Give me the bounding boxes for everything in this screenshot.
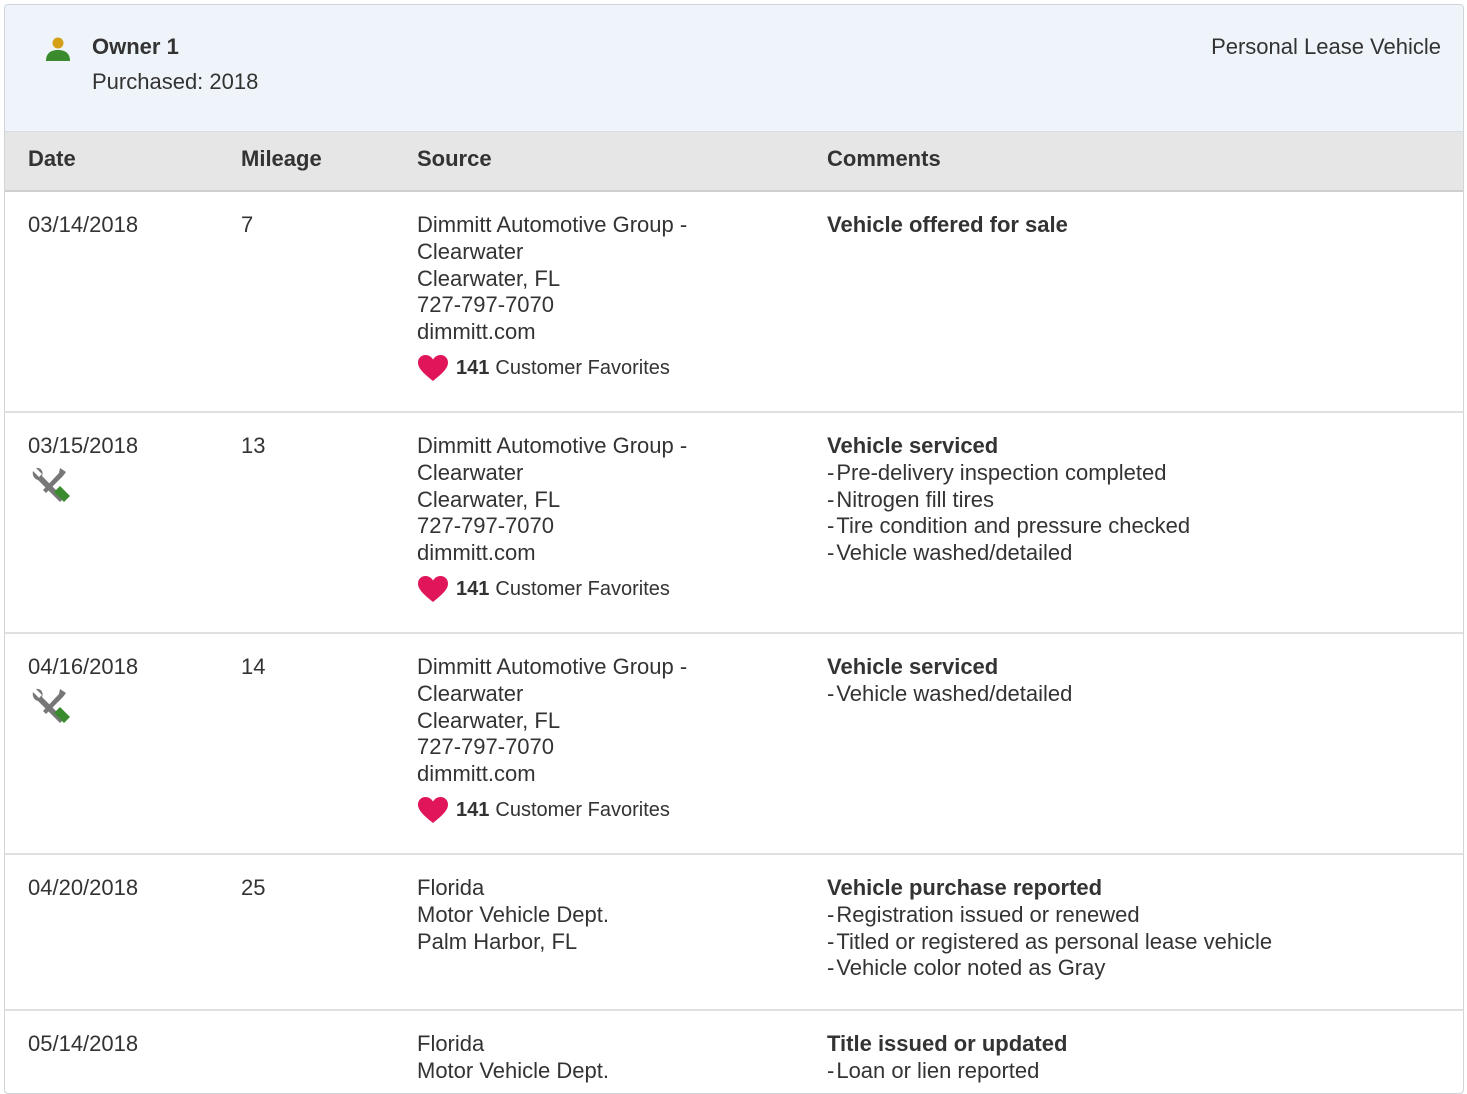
record-comments: Vehicle servicedPre-delivery inspection … — [827, 433, 1190, 567]
source-website-link[interactable]: dimmitt.com — [417, 540, 687, 567]
column-header-date: Date — [28, 146, 76, 171]
table-row: 04/16/2018 14 Dimmitt Automotive Group - Cl… — [5, 634, 1463, 855]
table-row: 04/20/2018 25 Florida Motor Vehicle Dept. Pa… — [5, 855, 1463, 1011]
record-source: Florida Motor Vehicle Dept. Palm Harbor, F… — [417, 875, 609, 955]
source-website-link[interactable]: dimmitt.com — [417, 319, 687, 346]
record-source: Dimmitt Automotive Group - Clearwater Clea… — [417, 654, 687, 824]
comment-item: Vehicle washed/detailed — [827, 540, 1190, 567]
comment-title: Vehicle purchase reported — [827, 875, 1103, 900]
favorites-label: Customer Favorites — [495, 577, 670, 600]
history-records: 03/14/2018 7 Dimmitt Automotive Group - Cle… — [5, 192, 1463, 1093]
source-line: 727-797-7070 — [417, 734, 555, 760]
ownership-type: Personal Lease Vehicle — [1211, 34, 1441, 59]
table-row: 03/15/2018 13 Dimmitt Automotive Group - Cl… — [5, 413, 1463, 634]
source-line: Motor Vehicle Dept. — [417, 901, 609, 927]
column-header-source: Source — [417, 146, 492, 171]
comment-item: Pre-delivery inspection completed — [827, 460, 1190, 487]
record-source: Florida Motor Vehicle Dept. — [417, 1031, 609, 1085]
comment-title: Vehicle serviced — [827, 433, 999, 458]
comment-item: Nitrogen fill tires — [827, 487, 1190, 514]
favorites-count: 141 — [456, 577, 490, 600]
column-header-mileage: Mileage — [241, 146, 322, 171]
source-line: 727-797-7070 — [417, 513, 555, 539]
favorites-count: 141 — [456, 798, 490, 821]
customer-favorites: 141 Customer Favorites — [417, 575, 687, 603]
source-line: Florida — [417, 1031, 485, 1056]
customer-favorites: 141 Customer Favorites — [417, 354, 687, 382]
comment-item: Loan or lien reported — [827, 1058, 1067, 1085]
record-date: 03/14/2018 — [28, 212, 138, 239]
comment-item: Tire condition and pressure checked — [827, 513, 1190, 540]
source-website-link[interactable]: dimmitt.com — [417, 761, 687, 788]
table-row: 03/14/2018 7 Dimmitt Automotive Group - Cle… — [5, 192, 1463, 413]
record-mileage: 13 — [241, 433, 266, 458]
comment-item: Vehicle color noted as Gray — [827, 955, 1272, 982]
record-date-text: 04/16/2018 — [28, 654, 139, 679]
record-source: Dimmitt Automotive Group - Clearwater Clea… — [417, 212, 687, 382]
record-date-text: 03/15/2018 — [28, 433, 139, 458]
source-line: Florida — [417, 875, 485, 900]
service-tools-icon — [32, 688, 70, 723]
person-icon — [46, 37, 70, 61]
source-line: Clearwater, FL — [417, 265, 561, 291]
heart-icon — [418, 354, 448, 381]
record-mileage: 25 — [241, 875, 266, 900]
table-row: 05/14/2018 Florida Motor Vehicle Dept. Titl… — [5, 1011, 1463, 1093]
record-date-text: 04/20/2018 — [28, 875, 139, 900]
source-line: Motor Vehicle Dept. — [417, 1057, 609, 1083]
source-line: Dimmitt Automotive Group - — [417, 654, 688, 679]
favorites-label: Customer Favorites — [495, 798, 670, 821]
source-line: Palm Harbor, FL — [417, 928, 578, 954]
source-line: Clearwater, FL — [417, 707, 561, 733]
source-line: Dimmitt Automotive Group - — [417, 212, 688, 237]
record-date: 04/20/2018 — [28, 875, 138, 902]
record-date-text: 03/14/2018 — [28, 212, 139, 237]
source-line: 727-797-7070 — [417, 292, 555, 318]
record-date: 03/15/2018 — [28, 433, 138, 506]
owner-name: Owner 1 — [92, 34, 179, 59]
record-comments: Vehicle offered for sale — [827, 212, 1068, 239]
record-comments: Vehicle servicedVehicle washed/detailed — [827, 654, 1072, 708]
favorites-count: 141 — [456, 356, 490, 379]
record-date: 05/14/2018 — [28, 1031, 138, 1058]
source-line: Clearwater — [417, 459, 524, 485]
comment-item: Vehicle washed/detailed — [827, 681, 1072, 708]
record-source: Dimmitt Automotive Group - Clearwater Clea… — [417, 433, 687, 603]
owner-header: Owner 1 Purchased: 2018 Personal Lease V… — [5, 5, 1463, 132]
heart-icon — [418, 575, 448, 602]
comment-title: Vehicle serviced — [827, 654, 999, 679]
comment-title: Vehicle offered for sale — [827, 212, 1068, 237]
column-header-row: Date Mileage Source Comments — [5, 132, 1463, 192]
purchased-year: Purchased: 2018 — [92, 69, 259, 94]
source-line: Clearwater, FL — [417, 486, 561, 512]
column-header-comments: Comments — [827, 146, 941, 171]
comment-title: Title issued or updated — [827, 1031, 1068, 1056]
customer-favorites: 141 Customer Favorites — [417, 796, 687, 824]
comment-item: Registration issued or renewed — [827, 902, 1272, 929]
source-line: Clearwater — [417, 238, 524, 264]
service-tools-icon — [32, 467, 70, 502]
record-mileage: 14 — [241, 654, 266, 679]
record-comments: Title issued or updatedLoan or lien repo… — [827, 1031, 1067, 1085]
comment-item: Titled or registered as personal lease v… — [827, 929, 1272, 956]
heart-icon — [418, 796, 448, 823]
record-comments: Vehicle purchase reportedRegistration is… — [827, 875, 1272, 982]
owner-history-card: Owner 1 Purchased: 2018 Personal Lease V… — [4, 4, 1464, 1094]
favorites-label: Customer Favorites — [495, 356, 670, 379]
record-date: 04/16/2018 — [28, 654, 138, 727]
record-date-text: 05/14/2018 — [28, 1031, 139, 1056]
source-line: Dimmitt Automotive Group - — [417, 433, 688, 458]
source-line: Clearwater — [417, 680, 524, 706]
record-mileage: 7 — [241, 212, 254, 237]
